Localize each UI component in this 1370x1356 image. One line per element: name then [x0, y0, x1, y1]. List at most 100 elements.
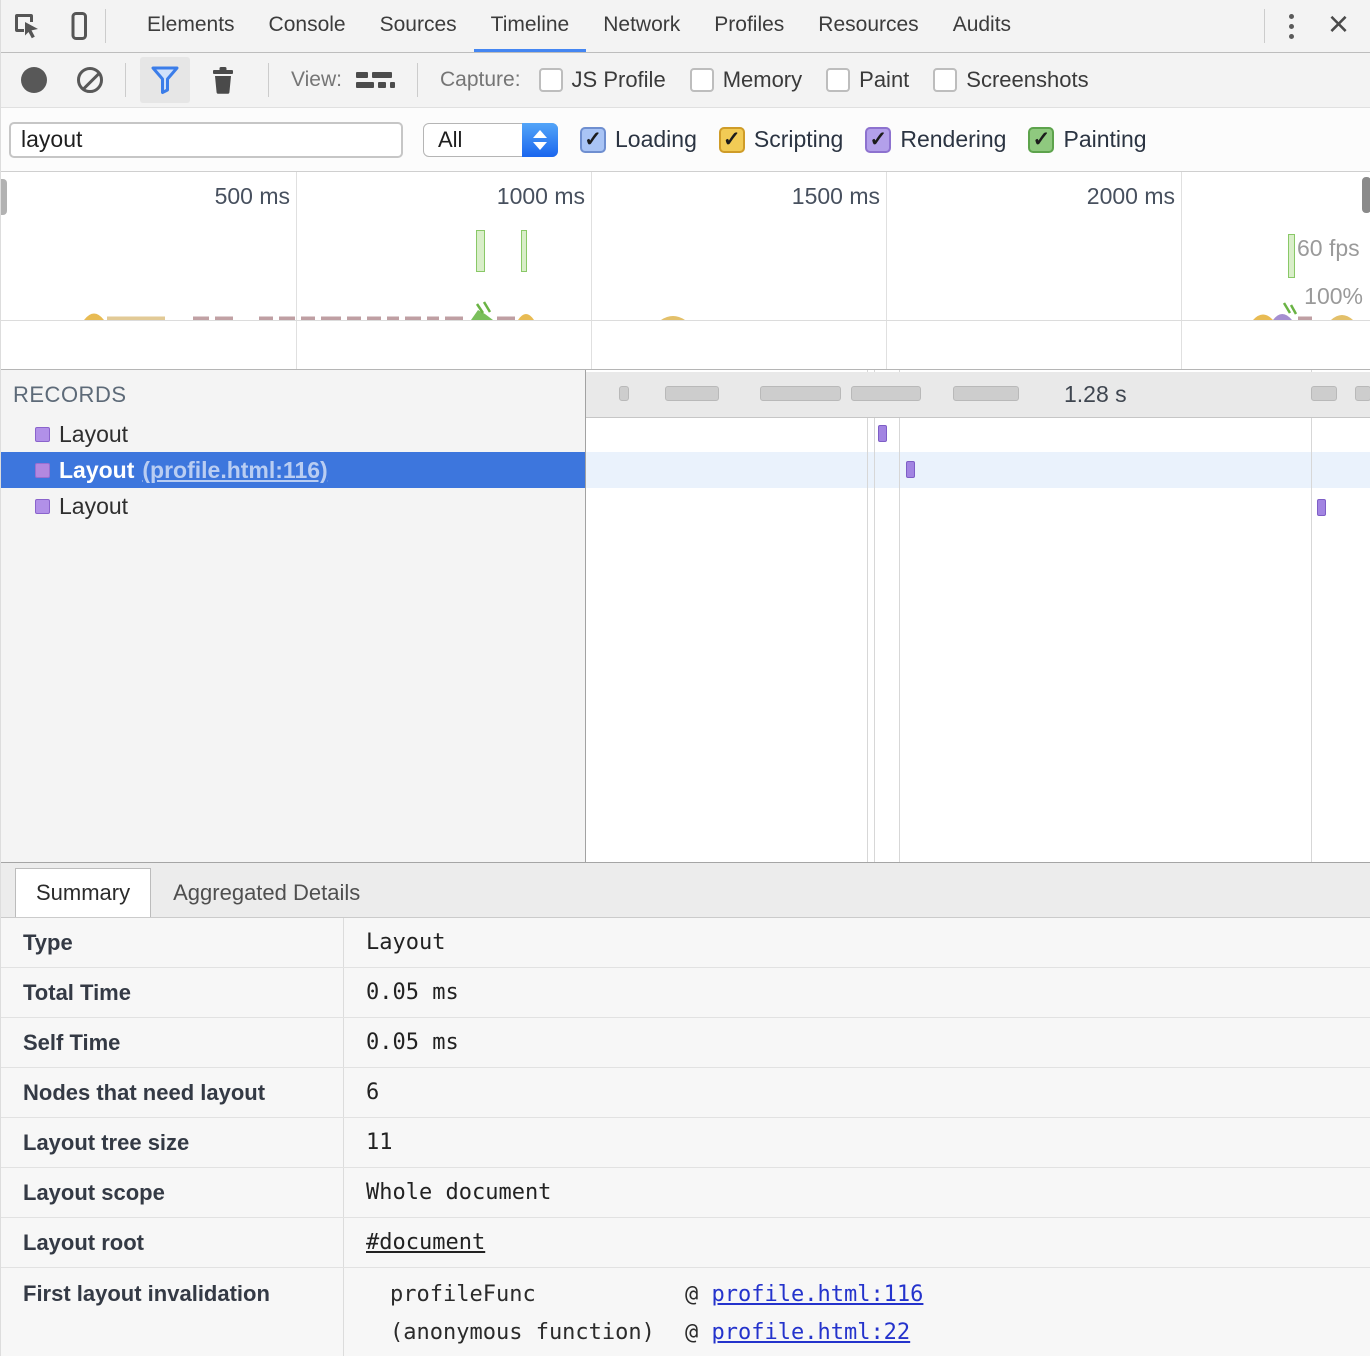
tab-sources[interactable]: Sources [363, 0, 474, 52]
select-spinner-icon [522, 122, 558, 157]
tab-timeline[interactable]: Timeline [473, 0, 587, 52]
record-name: Layout [59, 492, 129, 519]
layout-event-bar-2[interactable] [906, 461, 915, 478]
toolbar-separator [416, 63, 418, 97]
inspect-cursor-icon [15, 14, 38, 39]
capture-screenshots: Screenshots [933, 67, 1089, 93]
inspect-element-button[interactable] [1, 0, 53, 52]
strip-bar [665, 386, 719, 401]
ruler-gridline [591, 172, 592, 369]
stack-source-link[interactable]: profile.html:22 [712, 1320, 911, 1345]
js-profile-checkbox[interactable] [538, 68, 563, 92]
record-row-layout-3[interactable]: Layout [1, 488, 585, 524]
stack-function-name: profileFunc [390, 1282, 536, 1307]
layout-event-icon [35, 462, 50, 478]
row-label: Total Time [1, 968, 344, 1017]
menu-kebab-icon[interactable] [1265, 13, 1318, 39]
stack-source-link[interactable]: profile.html:116 [712, 1282, 924, 1307]
devtools-window: Elements Console Sources Timeline Networ… [0, 0, 1370, 1356]
record-button[interactable] [21, 67, 47, 93]
stack-function-name: (anonymous function) [390, 1320, 655, 1345]
record-source-link[interactable]: (profile.html:116) [142, 457, 327, 484]
layout-event-bar-3[interactable] [1317, 499, 1326, 516]
close-icon[interactable]: × [1318, 6, 1370, 46]
garbage-collect-button[interactable] [198, 57, 248, 103]
document-link[interactable]: #document [366, 1230, 485, 1255]
stack-at-symbol: @ [685, 1320, 712, 1345]
paint-checkbox[interactable] [826, 68, 851, 92]
stack-frame-1: profileFunc @ profile.html:116 [390, 1278, 923, 1312]
trash-icon [213, 67, 233, 94]
records-header: RECORDS [13, 382, 127, 407]
rendering-checkbox[interactable]: ✓ [865, 126, 892, 153]
tab-console[interactable]: Console [252, 0, 363, 52]
view-mode-icon[interactable] [355, 72, 395, 88]
tab-audits[interactable]: Audits [936, 0, 1028, 52]
ruler-tick-2000ms: 2000 ms [1086, 183, 1175, 209]
capture-label: Capture: [439, 68, 521, 91]
row-value: 0.05 ms [366, 1030, 459, 1055]
filter-toggle-button[interactable] [140, 57, 190, 103]
overview-right-handle[interactable] [1362, 177, 1370, 213]
filter-loading: ✓ Loading [580, 126, 697, 153]
graph-gridline [874, 370, 875, 862]
ruler-tick-1500ms: 1500 ms [791, 183, 880, 209]
graph-gridline [899, 370, 900, 862]
selected-row-highlight [586, 452, 1370, 488]
toolbar-separator [105, 9, 106, 43]
record-row-layout-2-selected[interactable]: Layout (profile.html:116) [1, 452, 585, 488]
layout-event-bar-1[interactable] [878, 425, 887, 442]
row-label: Type [1, 918, 344, 967]
records-graph[interactable]: 1.28 s [586, 370, 1370, 862]
row-value: 11 [366, 1130, 393, 1155]
record-row-layout-1[interactable]: Layout [1, 416, 585, 452]
timeline-overview[interactable]: 500 ms 1000 ms 1500 ms 2000 ms 60 fps 10… [1, 172, 1370, 370]
row-label: Layout tree size [1, 1118, 344, 1167]
toolbar-separator [125, 63, 126, 97]
ruler-tick-1000ms: 1000 ms [496, 183, 585, 209]
strip-bar [760, 386, 841, 401]
ruler-gridline [296, 172, 297, 369]
frame-bar [521, 230, 527, 272]
category-select[interactable]: All [423, 122, 558, 157]
tab-profiles[interactable]: Profiles [697, 0, 801, 52]
graph-header-strip: 1.28 s [586, 372, 1370, 418]
painting-checkbox[interactable]: ✓ [1028, 126, 1055, 153]
stack-at-symbol: @ [685, 1282, 712, 1307]
screenshots-checkbox[interactable] [933, 68, 958, 92]
tab-resources[interactable]: Resources [801, 0, 935, 52]
frame-bar [1288, 234, 1295, 278]
total-duration-label: 1.28 s [1064, 381, 1127, 407]
filter-funnel-icon [151, 66, 179, 94]
filter-bar: All ✓ Loading ✓ Scripting ✓ Rendering ✓ … [1, 108, 1370, 172]
record-name: Layout [59, 420, 129, 447]
strip-bar [953, 386, 1019, 401]
filter-scripting: ✓ Scripting [718, 126, 843, 153]
summary-row-type: Type Layout [1, 918, 1370, 968]
record-name: Layout [59, 456, 135, 483]
scripting-checkbox[interactable]: ✓ [718, 126, 745, 153]
tab-elements[interactable]: Elements [130, 0, 252, 52]
clear-recording-icon[interactable] [77, 67, 103, 93]
layout-event-icon [35, 498, 50, 514]
graph-gridline [867, 370, 868, 862]
row-value: 6 [366, 1080, 380, 1105]
memory-checkbox[interactable] [689, 68, 714, 92]
graph-gridline [1311, 370, 1312, 862]
row-value: Layout [366, 930, 446, 955]
loading-checkbox[interactable]: ✓ [580, 126, 606, 153]
tab-summary[interactable]: Summary [15, 868, 152, 917]
memory-label: Memory [722, 67, 803, 92]
summary-row-self-time: Self Time 0.05 ms [1, 1018, 1370, 1068]
row-label: Nodes that need layout [1, 1068, 344, 1117]
ruler-gridline [886, 172, 887, 369]
strip-bar [1355, 386, 1370, 401]
timeline-toolbar: View: Capture: JS Profile Memory Paint S… [1, 53, 1370, 108]
filter-input[interactable] [9, 121, 403, 158]
overview-left-handle[interactable] [1, 179, 7, 215]
tab-network[interactable]: Network [586, 0, 697, 52]
capture-js-profile: JS Profile [538, 67, 666, 93]
tab-aggregated-details[interactable]: Aggregated Details [151, 868, 382, 917]
device-toolbar-button[interactable] [53, 0, 105, 52]
row-label: Self Time [1, 1018, 344, 1067]
